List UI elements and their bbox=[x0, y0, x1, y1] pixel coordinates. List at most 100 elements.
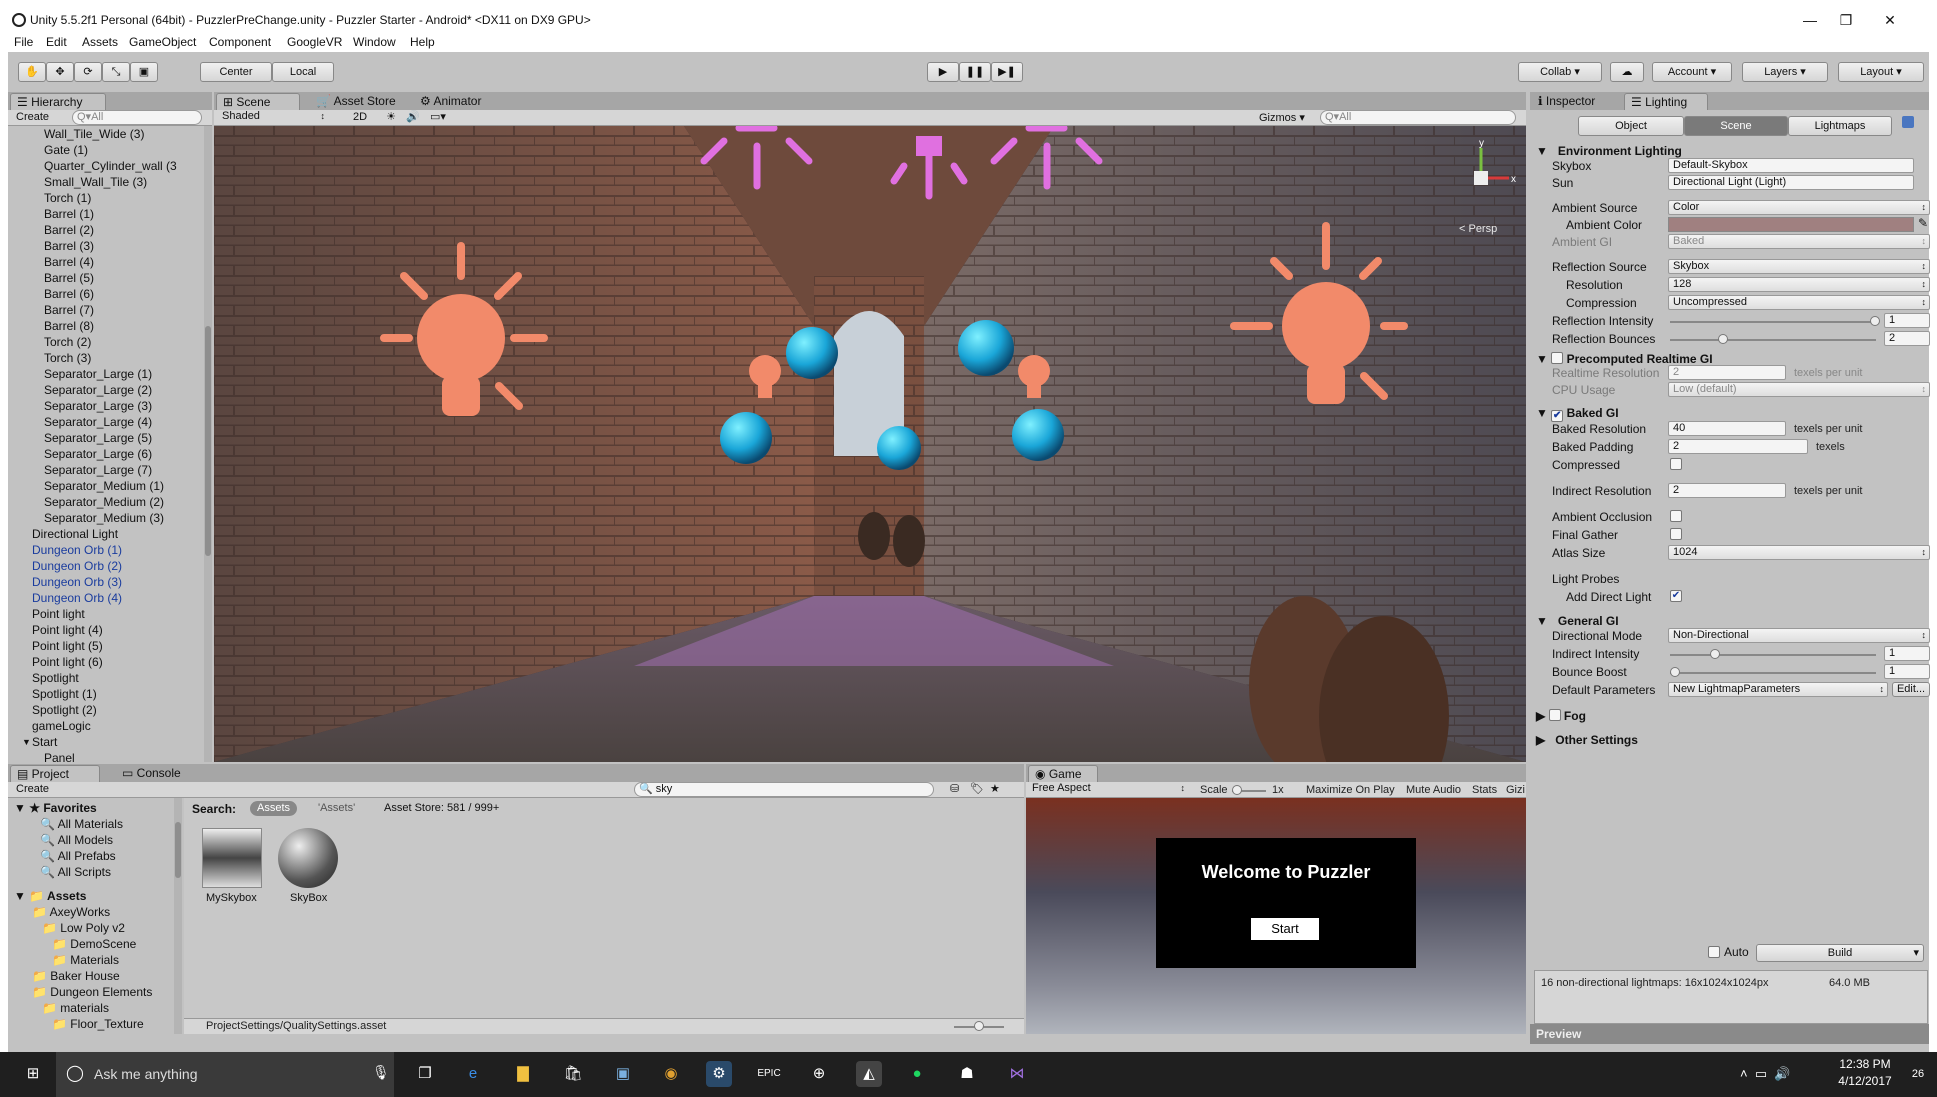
2d-toggle[interactable]: 2D bbox=[348, 111, 372, 123]
chrome-icon[interactable]: ◉ bbox=[658, 1061, 684, 1087]
rect-tool-icon[interactable]: ▣ bbox=[130, 62, 158, 82]
filter-label-icon[interactable]: 🏷 bbox=[970, 782, 984, 795]
tab-project[interactable]: ▤ Project bbox=[10, 765, 100, 782]
project-folder[interactable]: 📁 materials bbox=[42, 1000, 109, 1016]
hierarchy-item[interactable]: Point light (5) bbox=[32, 638, 103, 654]
mode-object-button[interactable]: Object bbox=[1578, 116, 1684, 136]
pause-button[interactable]: ❚❚ bbox=[959, 62, 991, 82]
action-center-icon[interactable]: 26 bbox=[1906, 1062, 1930, 1086]
reflection-bounces-field[interactable]: 2 bbox=[1884, 331, 1930, 346]
lighting-toggle-icon[interactable]: ☀ bbox=[382, 110, 400, 123]
scene-viewport[interactable]: y x < Persp bbox=[214, 126, 1526, 762]
menu-assets[interactable]: Assets bbox=[82, 35, 118, 49]
general-gi-header[interactable]: ▼ General GI bbox=[1536, 614, 1619, 628]
tab-lighting[interactable]: ☰ Lighting bbox=[1624, 93, 1708, 110]
tab-inspector[interactable]: ℹ Inspector bbox=[1532, 93, 1601, 110]
reflection-bounces-knob[interactable] bbox=[1718, 334, 1728, 344]
collab-dropdown[interactable]: Collab ▾ bbox=[1518, 62, 1602, 82]
account-dropdown[interactable]: Account ▾ bbox=[1652, 62, 1732, 82]
hierarchy-item[interactable]: Spotlight (2) bbox=[32, 702, 97, 718]
hierarchy-item[interactable]: Separator_Medium (2) bbox=[44, 494, 164, 510]
compression-dropdown[interactable]: Uncompressed bbox=[1668, 295, 1930, 310]
project-tree-scroll-thumb[interactable] bbox=[175, 822, 181, 878]
baked-resolution-field[interactable]: 40 bbox=[1668, 421, 1786, 436]
hierarchy-item[interactable]: Small_Wall_Tile (3) bbox=[44, 174, 147, 190]
microphone-icon[interactable]: 🎙 bbox=[372, 1064, 390, 1081]
asset-store-count[interactable]: Asset Store: 581 / 999+ bbox=[384, 802, 499, 814]
game-app-icon[interactable]: ☗ bbox=[954, 1061, 980, 1087]
menu-component[interactable]: Component bbox=[209, 35, 271, 49]
file-explorer-icon[interactable]: ▇ bbox=[510, 1061, 536, 1087]
indirect-intensity-knob[interactable] bbox=[1710, 649, 1720, 659]
pivot-local-button[interactable]: Local bbox=[272, 62, 334, 82]
close-button[interactable]: ✕ bbox=[1870, 8, 1910, 32]
spotify-icon[interactable]: ● bbox=[904, 1061, 930, 1087]
hierarchy-item[interactable]: Quarter_Cylinder_wall (3 bbox=[44, 158, 177, 174]
hierarchy-item[interactable]: Start bbox=[32, 734, 57, 750]
unity-taskbar-icon[interactable]: ◭ bbox=[856, 1061, 882, 1087]
favorites-node[interactable]: ▼ ★ Favorites bbox=[14, 800, 97, 816]
project-folder[interactable]: 📁 DemoScene bbox=[52, 936, 136, 952]
photos-icon[interactable]: ▣ bbox=[610, 1061, 636, 1087]
shading-mode-dropdown[interactable]: Shaded bbox=[218, 110, 328, 125]
globe-app-icon[interactable]: ⊕ bbox=[806, 1061, 832, 1087]
menu-help[interactable]: Help bbox=[410, 35, 435, 49]
tab-animator[interactable]: ⚙ Animator bbox=[414, 93, 487, 110]
minimize-button[interactable]: — bbox=[1790, 8, 1830, 32]
game-gizmos-toggle[interactable]: Gizi bbox=[1506, 784, 1525, 796]
reflection-bounces-slider[interactable] bbox=[1670, 339, 1876, 341]
hierarchy-item[interactable]: Separator_Large (7) bbox=[44, 462, 152, 478]
fav-all-materials[interactable]: 🔍 All Materials bbox=[40, 816, 123, 832]
fav-all-scripts[interactable]: 🔍 All Scripts bbox=[40, 864, 111, 880]
aspect-dropdown[interactable]: Free Aspect bbox=[1028, 782, 1188, 797]
indirect-intensity-field[interactable]: 1 bbox=[1884, 646, 1930, 661]
scene-search-input[interactable]: Q▾All bbox=[1320, 110, 1516, 125]
scope-quoted-assets[interactable]: 'Assets' bbox=[318, 802, 355, 814]
hierarchy-item[interactable]: Wall_Tile_Wide (3) bbox=[44, 126, 144, 142]
mode-lightmaps-button[interactable]: Lightmaps bbox=[1788, 116, 1892, 136]
stats-toggle[interactable]: Stats bbox=[1472, 784, 1497, 796]
tab-scene[interactable]: ⊞ Scene bbox=[216, 93, 300, 110]
fav-all-prefabs[interactable]: 🔍 All Prefabs bbox=[40, 848, 116, 864]
hierarchy-item[interactable]: Barrel (5) bbox=[44, 270, 94, 286]
hierarchy-item[interactable]: Barrel (3) bbox=[44, 238, 94, 254]
hierarchy-item[interactable]: Separator_Large (1) bbox=[44, 366, 152, 382]
visual-studio-icon[interactable]: ⋈ bbox=[1004, 1061, 1030, 1087]
hierarchy-item[interactable]: Separator_Large (6) bbox=[44, 446, 152, 462]
steam-icon[interactable]: ⚙ bbox=[706, 1061, 732, 1087]
hierarchy-item[interactable]: Dungeon Orb (2) bbox=[32, 558, 122, 574]
hierarchy-item[interactable]: Barrel (2) bbox=[44, 222, 94, 238]
maximize-on-play-toggle[interactable]: Maximize On Play bbox=[1306, 784, 1395, 796]
hierarchy-item[interactable]: Separator_Large (5) bbox=[44, 430, 152, 446]
atlas-size-dropdown[interactable]: 1024 bbox=[1668, 545, 1930, 560]
mode-scene-button[interactable]: Scene bbox=[1684, 116, 1788, 136]
bounce-boost-field[interactable]: 1 bbox=[1884, 664, 1930, 679]
hierarchy-item[interactable]: Dungeon Orb (3) bbox=[32, 574, 122, 590]
auto-checkbox[interactable] bbox=[1708, 946, 1720, 958]
effects-dropdown-icon[interactable]: ▭▾ bbox=[426, 110, 450, 123]
edit-parameters-button[interactable]: Edit... bbox=[1892, 682, 1930, 697]
compressed-checkbox[interactable] bbox=[1670, 458, 1682, 470]
play-button[interactable]: ▶ bbox=[927, 62, 959, 82]
default-parameters-dropdown[interactable]: New LightmapParameters bbox=[1668, 682, 1888, 697]
reflection-intensity-field[interactable]: 1 bbox=[1884, 313, 1930, 328]
gizmos-dropdown[interactable]: Gizmos ▾ bbox=[1259, 111, 1305, 124]
hierarchy-item[interactable]: Torch (1) bbox=[44, 190, 91, 206]
hand-tool-icon[interactable]: ✋ bbox=[18, 62, 46, 82]
epic-games-icon[interactable]: EPIC bbox=[756, 1061, 782, 1087]
persp-label[interactable]: < Persp bbox=[1459, 223, 1497, 235]
hierarchy-item[interactable]: Separator_Large (2) bbox=[44, 382, 152, 398]
project-search-input[interactable]: 🔍 sky bbox=[634, 782, 934, 797]
reflection-intensity-slider[interactable] bbox=[1670, 321, 1876, 323]
hierarchy-item[interactable]: Point light (6) bbox=[32, 654, 103, 670]
hierarchy-item[interactable]: Barrel (4) bbox=[44, 254, 94, 270]
hierarchy-item[interactable]: Separator_Large (3) bbox=[44, 398, 152, 414]
hierarchy-item[interactable]: Gate (1) bbox=[44, 142, 88, 158]
project-folder[interactable]: 📁 AxeyWorks bbox=[32, 904, 110, 920]
menu-googlevr[interactable]: GoogleVR bbox=[287, 35, 342, 49]
project-create-button[interactable]: Create bbox=[16, 783, 49, 795]
hierarchy-item[interactable]: Dungeon Orb (1) bbox=[32, 542, 122, 558]
hierarchy-scrollbar[interactable] bbox=[204, 126, 212, 762]
start-expand-arrow-icon[interactable]: ▼ bbox=[22, 734, 31, 750]
hierarchy-item[interactable]: Barrel (8) bbox=[44, 318, 94, 334]
